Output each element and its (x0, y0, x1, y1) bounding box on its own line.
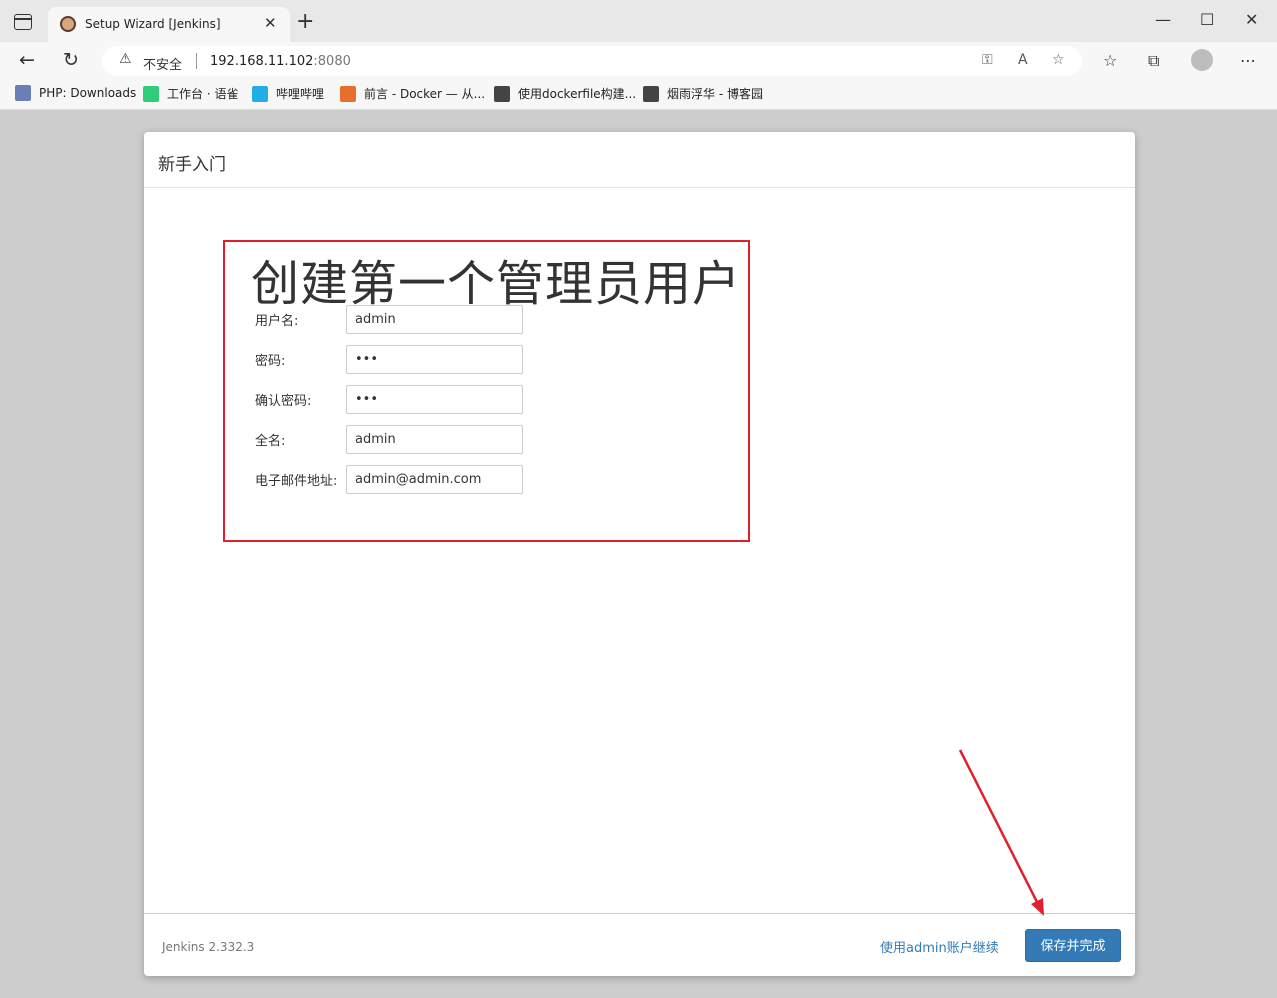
favorite-label: 使用dockerfile构建... (518, 87, 637, 101)
password-label: 密码: (255, 354, 286, 369)
fullname-input[interactable]: admin (346, 425, 523, 454)
cnblogs-icon (643, 85, 659, 102)
favorite-label: 前言 - Docker — 从... (364, 87, 486, 101)
tab-setup-wizard[interactable]: Setup Wizard [Jenkins] ✕ (48, 7, 290, 42)
read-aloud-icon[interactable]: A (1018, 52, 1028, 68)
warning-icon: ⚠ (119, 51, 132, 67)
fullname-label: 全名: (255, 434, 286, 449)
setup-dialog: 新手入门 创建第一个管理员用户 用户名: admin 密码: ••• 确认密码:… (144, 132, 1135, 976)
browser-toolbar: ← ↻ ⚠ 不安全 192.168.11.102:8080 ⚿ A ☆ ☆ ⧉ … (0, 42, 1277, 78)
favorite-item[interactable]: 哔哩哔哩 (252, 85, 324, 102)
favorite-item[interactable]: 工作台 · 语雀 (143, 85, 238, 102)
continue-as-admin-link[interactable]: 使用admin账户继续 (880, 937, 999, 956)
yuque-icon (143, 85, 159, 102)
dialog-title: 新手入门 (158, 155, 226, 175)
favorite-item[interactable]: 前言 - Docker — 从... (340, 85, 485, 102)
address-bar[interactable]: ⚠ 不安全 192.168.11.102:8080 ⚿ A ☆ (102, 46, 1082, 76)
favorite-item[interactable]: 烟雨浮华 - 博客园 (643, 85, 763, 102)
username-label: 用户名: (255, 314, 299, 329)
divider (144, 913, 1135, 914)
favorite-label: 哔哩哔哩 (276, 87, 325, 101)
page-title: 创建第一个管理员用户 (251, 256, 742, 312)
save-and-finish-button[interactable]: 保存并完成 (1025, 929, 1121, 962)
sidebar-toggle-icon[interactable] (14, 14, 32, 30)
favorites-bar: PHP: Downloads 工作台 · 语雀 哔哩哔哩 前言 - Docker — … (0, 78, 1277, 110)
rocket-icon (340, 85, 356, 102)
password-input[interactable]: ••• (346, 345, 523, 374)
close-window-button[interactable]: ✕ (1245, 10, 1258, 29)
favorite-label: 烟雨浮华 - 博客园 (667, 87, 763, 101)
collections-icon[interactable]: ⧉ (1148, 51, 1159, 71)
minimize-button[interactable]: — (1155, 10, 1171, 29)
php-icon (15, 85, 31, 101)
back-icon[interactable]: ← (19, 49, 35, 71)
maximize-button[interactable]: ☐ (1200, 10, 1214, 29)
jenkins-icon (60, 16, 76, 32)
bilibili-icon (252, 85, 268, 102)
tab-close-icon[interactable]: ✕ (264, 14, 277, 32)
new-tab-button[interactable]: + (296, 11, 314, 33)
not-secure-label: 不安全 (143, 58, 183, 73)
divider (144, 187, 1135, 188)
favorite-item[interactable]: PHP: Downloads (15, 85, 136, 101)
version-label: Jenkins 2.332.3 (162, 940, 255, 954)
favorite-label: 工作台 · 语雀 (167, 87, 239, 101)
more-menu-icon[interactable]: ⋯ (1240, 51, 1256, 70)
key-icon[interactable]: ⚿ (982, 52, 993, 68)
username-input[interactable]: admin (346, 305, 523, 334)
favorite-item[interactable]: 使用dockerfile构建... (494, 85, 636, 102)
profile-avatar[interactable] (1191, 49, 1213, 71)
cnblogs-icon (494, 85, 510, 102)
confirm-password-input[interactable]: ••• (346, 385, 523, 414)
add-favorite-icon[interactable]: ☆ (1052, 52, 1065, 68)
favorite-label: PHP: Downloads (39, 86, 137, 100)
favorites-icon[interactable]: ☆ (1103, 51, 1117, 70)
url-text[interactable]: 192.168.11.102:8080 (210, 54, 351, 69)
tab-title: Setup Wizard [Jenkins] (85, 17, 221, 31)
address-separator (196, 53, 197, 69)
refresh-icon[interactable]: ↻ (63, 49, 79, 71)
confirm-password-label: 确认密码: (255, 394, 312, 409)
email-input[interactable]: admin@admin.com (346, 465, 523, 494)
browser-titlebar: Setup Wizard [Jenkins] ✕ + — ☐ ✕ (0, 0, 1277, 42)
email-label: 电子邮件地址: (255, 474, 338, 489)
